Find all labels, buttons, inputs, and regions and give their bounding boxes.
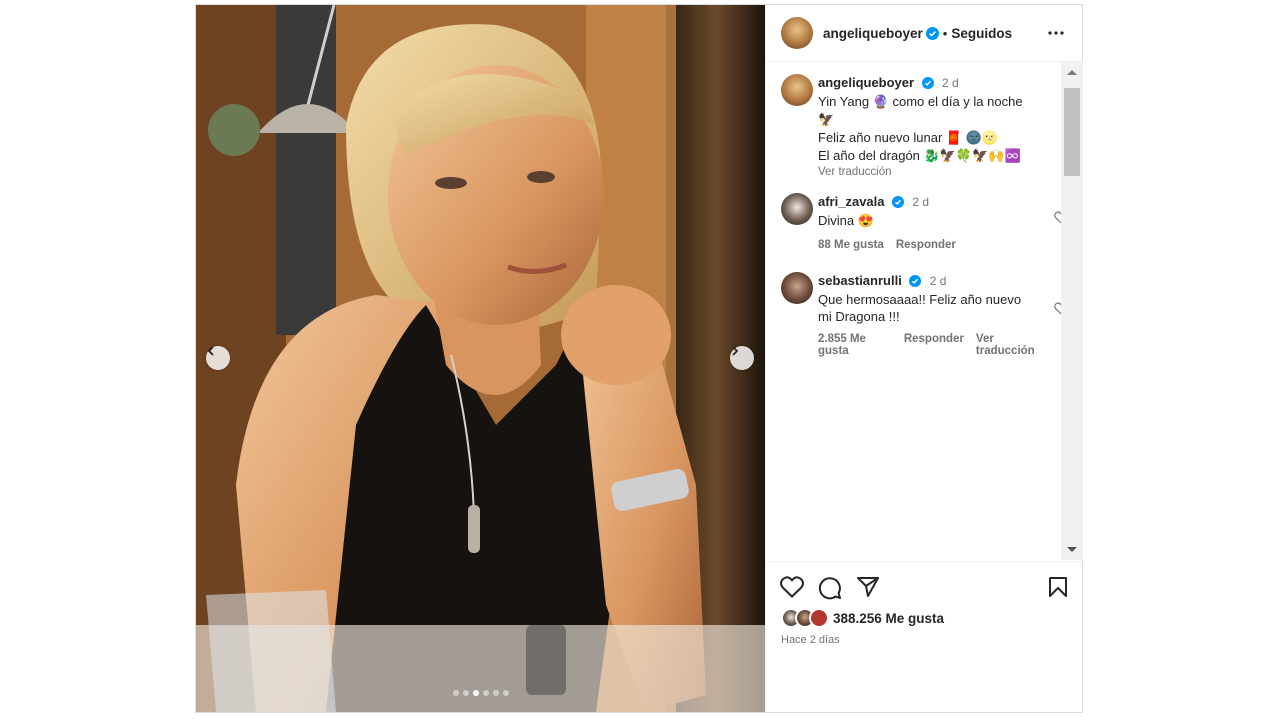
previous-photo-button[interactable] bbox=[206, 346, 230, 370]
carousel-dot bbox=[502, 690, 509, 696]
chevron-right-icon bbox=[732, 346, 739, 356]
carousel-dot bbox=[472, 690, 479, 696]
comment-item: afri_zavala 2 d Divina 😍 88 Me gusta Res… bbox=[781, 183, 1068, 253]
caption-line: 🦅 bbox=[818, 112, 835, 127]
verified-badge-icon bbox=[925, 26, 939, 40]
post-side-panel: angeliqueboyer • Seguidos angeliqueboyer… bbox=[765, 5, 1083, 712]
caption-line: Yin Yang 🔮 como el día y la noche bbox=[818, 94, 1023, 109]
post-timestamp: Hace 2 días bbox=[781, 634, 840, 646]
reply-button[interactable]: Responder bbox=[904, 333, 964, 357]
commenter-avatar[interactable] bbox=[781, 193, 813, 225]
carousel-dot bbox=[492, 690, 499, 696]
comment-item: sebastianrulli 2 d Que hermosaaaa!! Feli… bbox=[781, 262, 1068, 357]
carousel-dot bbox=[482, 690, 489, 696]
bookmark-icon[interactable] bbox=[1048, 576, 1068, 598]
author-username[interactable]: angeliqueboyer bbox=[823, 26, 923, 41]
comment-time: 2 d bbox=[912, 195, 930, 209]
post-actions: 388.256 Me gusta Hace 2 días bbox=[766, 561, 1083, 713]
comment-translate-link[interactable]: Ver traducción bbox=[976, 333, 1048, 357]
photo-illustration bbox=[196, 5, 765, 712]
header-separator: • bbox=[942, 25, 948, 41]
next-photo-button[interactable] bbox=[730, 346, 754, 370]
comments-list[interactable]: angeliqueboyer 2 d Yin Yang 🔮 como el dí… bbox=[766, 62, 1083, 560]
commenter-avatar[interactable] bbox=[781, 272, 813, 304]
more-options-icon[interactable] bbox=[1047, 25, 1065, 41]
comment-bubble-icon[interactable] bbox=[818, 576, 842, 600]
comment-likes[interactable]: 2.855 Me gusta bbox=[818, 333, 892, 357]
scroll-up-icon[interactable] bbox=[1066, 68, 1078, 76]
verified-badge-icon bbox=[891, 196, 904, 208]
heart-icon[interactable] bbox=[780, 576, 804, 598]
carousel-dot bbox=[452, 690, 459, 696]
caption-line: Feliz año nuevo lunar 🧧 🌚🌝 bbox=[818, 130, 999, 145]
caption-translate-link[interactable]: Ver traducción bbox=[818, 166, 1048, 178]
liker-avatar bbox=[809, 608, 829, 628]
post-header: angeliqueboyer • Seguidos bbox=[766, 5, 1083, 62]
author-avatar[interactable] bbox=[781, 17, 813, 49]
reply-button[interactable]: Responder bbox=[896, 239, 956, 251]
following-button[interactable]: Seguidos bbox=[951, 26, 1012, 41]
likes-summary[interactable]: 388.256 Me gusta bbox=[781, 608, 944, 628]
commenter-username[interactable]: afri_zavala bbox=[818, 194, 885, 209]
carousel-indicator bbox=[196, 690, 765, 696]
carousel-dot bbox=[462, 690, 469, 696]
comments-scrollbar[interactable] bbox=[1061, 62, 1083, 560]
paper-plane-icon[interactable] bbox=[856, 576, 880, 598]
caption-time: 2 d bbox=[941, 76, 959, 90]
likes-count[interactable]: 388.256 Me gusta bbox=[833, 611, 944, 626]
scrollbar-thumb[interactable] bbox=[1064, 88, 1080, 176]
caption-avatar[interactable] bbox=[781, 74, 813, 106]
comment-text: Divina 😍 bbox=[818, 213, 874, 228]
instagram-post-modal: angeliqueboyer • Seguidos angeliqueboyer… bbox=[195, 4, 1083, 713]
comment-likes[interactable]: 88 Me gusta bbox=[818, 239, 884, 251]
commenter-username[interactable]: sebastianrulli bbox=[818, 273, 902, 288]
caption-line: El año del dragón 🐉🦅🍀🦅🙌♾️ bbox=[818, 148, 1021, 163]
scroll-down-icon[interactable] bbox=[1066, 546, 1078, 554]
comment-time: 2 d bbox=[929, 274, 947, 288]
comment-text: Que hermosaaaa!! Feliz año nuevo mi Drag… bbox=[818, 292, 1022, 324]
chevron-left-icon bbox=[207, 346, 214, 356]
verified-badge-icon bbox=[909, 275, 922, 287]
caption: angeliqueboyer 2 d Yin Yang 🔮 como el dí… bbox=[781, 64, 1056, 179]
caption-username[interactable]: angeliqueboyer bbox=[818, 75, 914, 90]
verified-badge-icon bbox=[921, 77, 934, 89]
post-photo[interactable] bbox=[196, 5, 765, 712]
